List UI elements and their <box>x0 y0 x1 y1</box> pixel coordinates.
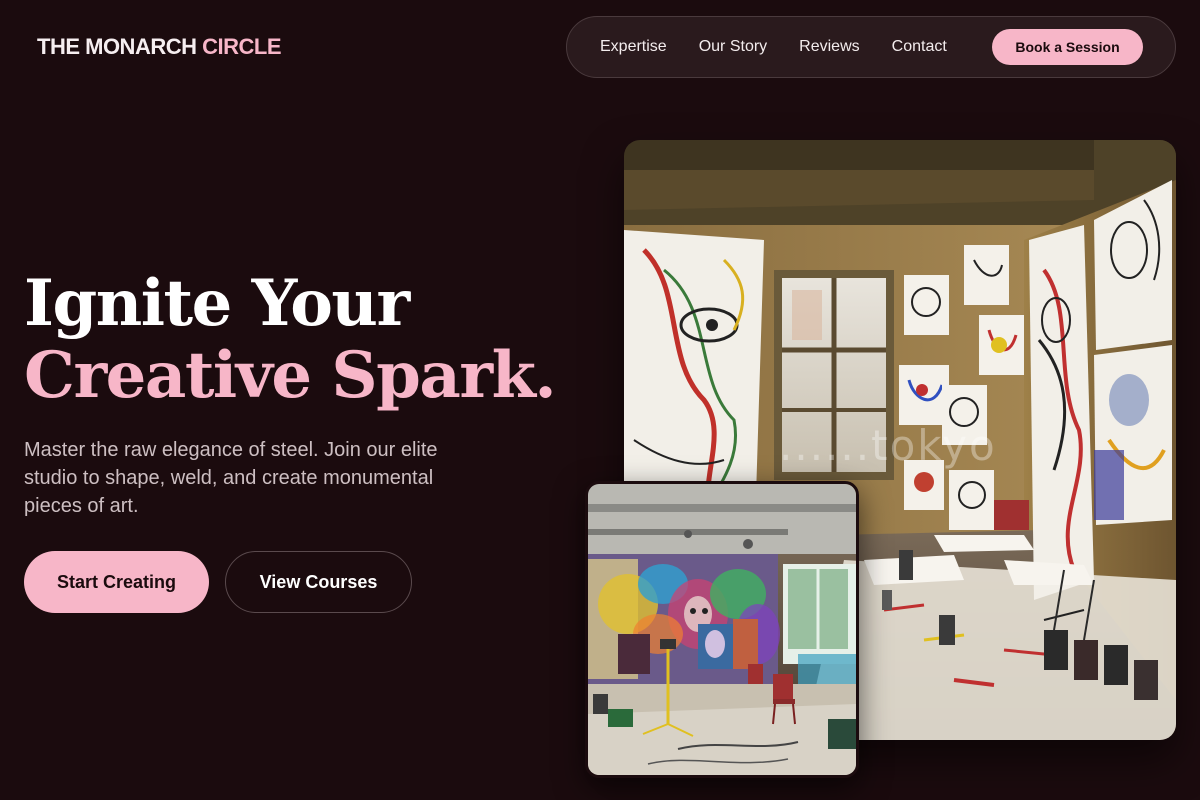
hero-subtitle: Master the raw elegance of steel. Join o… <box>24 439 438 517</box>
nav-link-our-story[interactable]: Our Story <box>699 38 767 56</box>
book-session-button[interactable]: Book a Session <box>992 29 1143 65</box>
start-creating-button[interactable]: Start Creating <box>24 551 209 613</box>
brand-name-main: THE MONARCH <box>37 34 197 59</box>
nav-link-reviews[interactable]: Reviews <box>799 38 859 56</box>
nav-link-contact[interactable]: Contact <box>892 38 947 56</box>
hero-title-line2: Creative Spark. <box>24 338 557 413</box>
main-nav: Expertise Our Story Reviews Contact Book… <box>566 16 1176 78</box>
brand-name-accent: CIRCLE <box>202 34 282 59</box>
watermark-text: ......tokyo <box>779 421 997 470</box>
brand-logo[interactable]: THE MONARCH CIRCLE <box>37 32 282 62</box>
hero-title-line1: Ignite Your <box>24 266 410 341</box>
hero-title: Ignite Your Creative Spark. <box>24 266 557 413</box>
view-courses-button[interactable]: View Courses <box>225 551 412 613</box>
studio-photo-graffiti <box>585 481 859 778</box>
nav-link-expertise[interactable]: Expertise <box>600 38 667 56</box>
